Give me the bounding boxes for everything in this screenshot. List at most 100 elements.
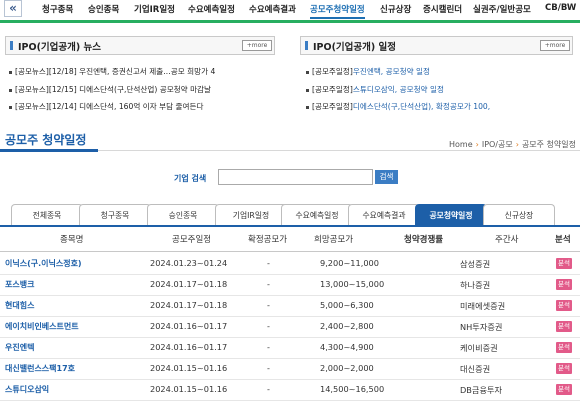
schedule-item[interactable]: [공모주일정]디에스단석(구,단석산업), 확정공모가 100,	[306, 101, 490, 112]
schedule-cell: 2024.01.15~01.16	[150, 384, 228, 394]
breadcrumb-separator-icon: ›	[475, 140, 479, 149]
top-nav: « 청구종목 승인종목 기업IR일정 수요예측일정 수요예측결과 공모주청약일정…	[0, 0, 580, 23]
analysis-button[interactable]: 분석	[556, 279, 572, 290]
title-bar-marker	[10, 41, 13, 50]
tab-claim[interactable]: 청구종목	[79, 204, 151, 225]
stock-name[interactable]: 현대힘스	[5, 300, 34, 311]
table-row: 현대힘스 2024.01.17~01.18 - 5,000~6,300 미래에셋증권 분석	[0, 295, 580, 317]
news-item[interactable]: [공모뉴스][12/14] 디에스단석, 160억 이자 부담 줄여든다	[9, 101, 203, 112]
nav-item-approved[interactable]: 승인종목	[88, 3, 119, 15]
schedule-cell: 2024.01.17~01.18	[150, 300, 228, 310]
schedule-cell: 2024.01.16~01.17	[150, 342, 228, 352]
ipo-schedule-panel-header: IPO(기업공개) 일정 +more	[300, 36, 573, 55]
breadcrumb: Home › IPO/공모 › 공모주 청약일정	[449, 139, 576, 150]
col-header-underwriter: 주간사	[495, 235, 519, 245]
bullet-icon	[9, 70, 12, 74]
news-more-button[interactable]: +more	[242, 40, 272, 51]
tab-subscription-schedule[interactable]: 공모청약일정	[415, 204, 487, 225]
company-search-input[interactable]	[218, 169, 373, 185]
news-item[interactable]: [공모뉴스][12/15] 디에스단석(구,단석산업) 공모청약 마감날	[9, 84, 211, 95]
table-row: 스튜디오삼익 2024.01.15~01.16 - 14,500~16,500 DB금융…	[0, 379, 580, 401]
table-row: 이닉스(구.이닉스정호) 2024.01.23~01.24 - 9,200~11,00…	[0, 253, 580, 275]
underwriter-cell: 대신증권	[460, 364, 491, 374]
search-button[interactable]: 검색	[375, 170, 398, 184]
col-header-hope-price: 희망공모가	[314, 235, 354, 245]
nav-item-market-calendar[interactable]: 증시캘린더	[423, 3, 462, 15]
schedule-item[interactable]: [공모주일정]우진엔택, 공모청약 일정	[306, 66, 430, 77]
fixed-price-cell: -	[267, 258, 270, 268]
tab-underline	[0, 225, 580, 227]
tab-ir-schedule[interactable]: 기업IR일정	[215, 204, 287, 225]
fixed-price-cell: -	[267, 384, 270, 394]
double-chevron-left-icon[interactable]: «	[4, 0, 22, 17]
tab-demand-result[interactable]: 수요예측결과	[348, 204, 420, 225]
analysis-button[interactable]: 분석	[556, 342, 572, 353]
hope-price-cell: 14,500~16,500	[320, 384, 385, 394]
col-header-competition[interactable]: 청약경쟁률	[404, 233, 443, 245]
nav-item-demand-schedule[interactable]: 수요예측일정	[188, 3, 235, 15]
bullet-icon	[306, 105, 309, 109]
title-underline	[0, 149, 98, 152]
table-row: 대신밸런스스팩17호 2024.01.15~01.16 - 2,000~2,000 대신…	[0, 358, 580, 380]
table-row: 우진엔텍 2024.01.16~01.17 - 4,300~4,900 케이비증권 분석	[0, 337, 580, 359]
nav-item-cb-bw[interactable]: CB/BW	[545, 3, 576, 13]
nav-item-demand-result[interactable]: 수요예측결과	[249, 3, 296, 15]
bullet-icon	[9, 105, 12, 109]
nav-item-subscription-schedule[interactable]: 공모주청약일정	[310, 3, 365, 19]
hope-price-cell: 5,000~6,300	[320, 300, 374, 310]
schedule-cell: 2024.01.15~01.16	[150, 363, 228, 373]
underwriter-cell: 하나증권	[460, 280, 491, 290]
page-title: 공모주 청약일정	[5, 133, 87, 147]
analysis-button[interactable]: 분석	[556, 384, 572, 395]
tab-all[interactable]: 전체종목	[11, 204, 83, 225]
breadcrumb-separator-icon: ›	[515, 140, 519, 149]
stock-name[interactable]: 스튜디오삼익	[5, 384, 49, 395]
nav-item-claim[interactable]: 청구종목	[42, 3, 73, 15]
underwriter-cell: DB금융투자	[460, 385, 503, 395]
tab-new-listing[interactable]: 신규상장	[483, 204, 555, 225]
underwriter-cell: NH투자증권	[460, 322, 503, 332]
fixed-price-cell: -	[267, 321, 270, 331]
fixed-price-cell: -	[267, 363, 270, 373]
nav-item-rights-offering[interactable]: 실권주/일반공모	[473, 3, 531, 15]
col-header-fixed-price: 확정공모가	[248, 235, 288, 245]
hope-price-cell: 9,200~11,000	[320, 258, 379, 268]
analysis-button[interactable]: 분석	[556, 258, 572, 269]
fixed-price-cell: -	[267, 300, 270, 310]
table-row: 에이치비인베스트먼트 2024.01.16~01.17 - 2,400~2,800 NH…	[0, 316, 580, 338]
nav-item-new-listing[interactable]: 신규상장	[380, 3, 411, 15]
hope-price-cell: 2,400~2,800	[320, 321, 374, 331]
nav-item-ir-schedule[interactable]: 기업IR일정	[134, 3, 175, 15]
analysis-button[interactable]: 분석	[556, 321, 572, 332]
news-item[interactable]: [공모뉴스][12/18] 우진엔택, 증권신고서 제출…공모 희망가 4	[9, 66, 215, 77]
col-header-name: 종목명	[60, 235, 84, 245]
stock-name[interactable]: 대신밸런스스팩17호	[5, 363, 75, 374]
stock-name[interactable]: 우진엔텍	[5, 342, 34, 353]
tab-demand-schedule[interactable]: 수요예측일정	[281, 204, 353, 225]
analysis-button[interactable]: 분석	[556, 300, 572, 311]
underwriter-cell: 삼성증권	[460, 259, 491, 269]
breadcrumb-home[interactable]: Home	[449, 140, 473, 149]
stock-name[interactable]: 포스뱅크	[5, 279, 34, 290]
bullet-icon	[306, 88, 309, 92]
ipo-news-panel-header: IPO(기업공개) 뉴스 +more	[5, 36, 275, 55]
schedule-item[interactable]: [공모주일정]스튜디오삼익, 공모청약 일정	[306, 84, 444, 95]
bullet-icon	[9, 88, 12, 92]
stock-name[interactable]: 이닉스(구.이닉스정호)	[5, 258, 82, 269]
underwriter-cell: 미래에셋증권	[460, 301, 506, 311]
analysis-button[interactable]: 분석	[556, 363, 572, 374]
tab-approved[interactable]: 승인종목	[147, 204, 219, 225]
fixed-price-cell: -	[267, 342, 270, 352]
underwriter-cell: 케이비증권	[460, 343, 498, 353]
breadcrumb-ipo[interactable]: IPO/공모	[482, 140, 513, 149]
col-header-schedule: 공모주일정	[172, 235, 212, 245]
hope-price-cell: 13,000~15,000	[320, 279, 385, 289]
schedule-more-button[interactable]: +more	[540, 40, 570, 51]
header-divider	[0, 251, 580, 252]
search-label: 기업 검색	[174, 174, 207, 183]
col-header-analysis: 분석	[555, 235, 571, 245]
schedule-cell: 2024.01.16~01.17	[150, 321, 228, 331]
schedule-cell: 2024.01.23~01.24	[150, 258, 228, 268]
stock-name[interactable]: 에이치비인베스트먼트	[5, 321, 79, 332]
fixed-price-cell: -	[267, 279, 270, 289]
